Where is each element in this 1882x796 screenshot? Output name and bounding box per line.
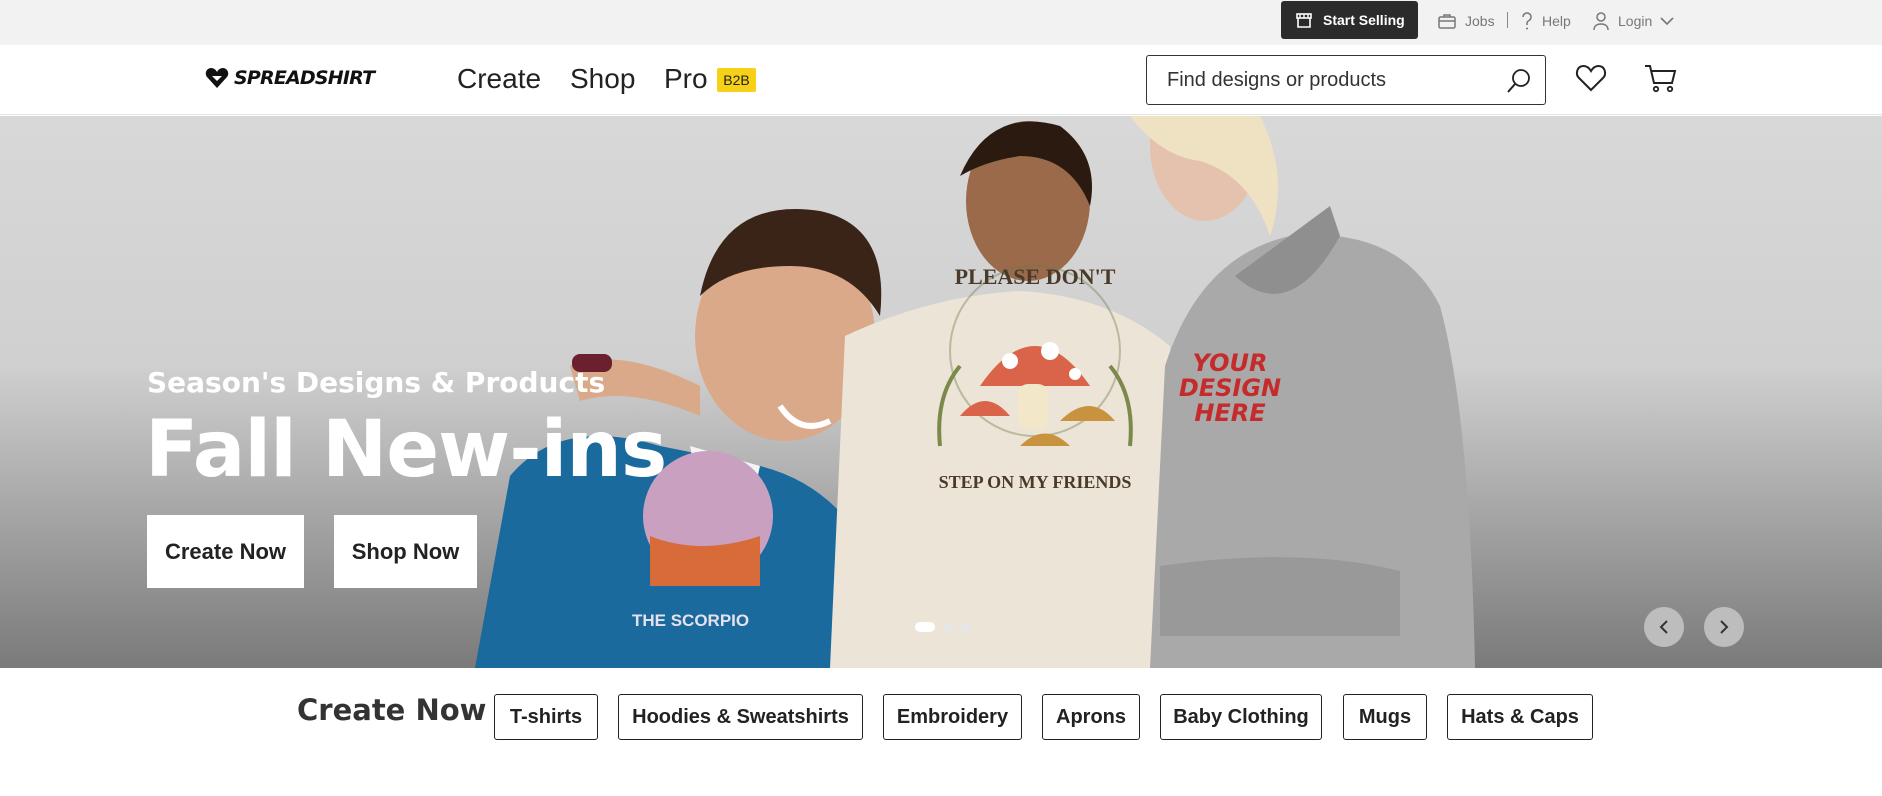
shirt-print-here: HERE [1194,399,1266,427]
carousel-dot-1[interactable] [915,622,935,632]
question-icon [1522,12,1532,30]
jobs-label: Jobs [1465,13,1495,29]
shirt-print-friends: STEP ON MY FRIENDS [939,472,1132,492]
search-icon[interactable] [1505,67,1533,95]
nav-shop[interactable]: Shop [570,63,635,95]
nav-create[interactable]: Create [457,63,541,95]
category-aprons[interactable]: Aprons [1042,694,1140,740]
briefcase-icon [1438,14,1456,29]
divider [1507,12,1508,28]
help-link[interactable]: Help [1520,10,1571,32]
hero-subtitle: Season's Designs & Products [147,366,606,399]
nav-pro[interactable]: Pro [664,63,708,95]
category-mugs[interactable]: Mugs [1343,694,1427,740]
store-icon [1296,13,1312,28]
hero-banner: THE SCORPIO PLEASE DON'T STEP ON MY FRIE… [0,116,1882,668]
carousel-dots [915,622,971,632]
category-tshirts[interactable]: T-shirts [494,694,598,740]
carousel-dot-3[interactable] [961,622,971,632]
search-box [1146,55,1546,105]
carousel-next-button[interactable] [1704,607,1744,647]
start-selling-label: Start Selling [1323,12,1405,28]
carousel-dot-2[interactable] [943,622,953,632]
create-now-heading: Create Now [297,693,487,727]
logo-text: SPREADSHIRT [234,67,375,89]
start-selling-button[interactable]: Start Selling [1281,1,1418,39]
category-baby-clothing[interactable]: Baby Clothing [1160,694,1322,740]
b2b-badge: B2B [717,68,756,92]
logo-heart-icon [205,68,229,88]
shirt-print-design: DESIGN [1179,374,1281,402]
carousel-prev-button[interactable] [1644,607,1684,647]
chevron-right-icon [1720,620,1729,634]
category-hats-caps[interactable]: Hats & Caps [1447,694,1593,740]
category-embroidery[interactable]: Embroidery [883,694,1022,740]
main-header: SPREADSHIRT Create Shop Pro B2B [0,45,1882,115]
chevron-left-icon [1659,620,1668,634]
chevron-down-icon [1660,17,1674,26]
help-label: Help [1542,13,1571,29]
login-menu[interactable]: Login [1592,10,1674,32]
wishlist-heart-icon[interactable] [1574,61,1608,95]
login-label: Login [1618,13,1653,29]
category-hoodies-sweatshirts[interactable]: Hoodies & Sweatshirts [618,694,863,740]
search-input[interactable] [1167,68,1487,92]
shirt-print-please: PLEASE DON'T [955,264,1116,289]
hero-create-now-button[interactable]: Create Now [147,515,304,588]
spreadshirt-logo[interactable]: SPREADSHIRT [205,67,375,89]
user-icon [1593,12,1609,31]
shirt-print-your: YOUR [1193,349,1268,377]
shirt-print-scorpio: THE SCORPIO [632,611,749,630]
cart-icon[interactable] [1643,60,1679,96]
jobs-link[interactable]: Jobs [1437,10,1495,32]
top-utility-bar: Start Selling Jobs Help Login [0,0,1882,45]
hero-shop-now-button[interactable]: Shop Now [334,515,477,588]
hero-title: Fall New-ins [145,405,667,495]
